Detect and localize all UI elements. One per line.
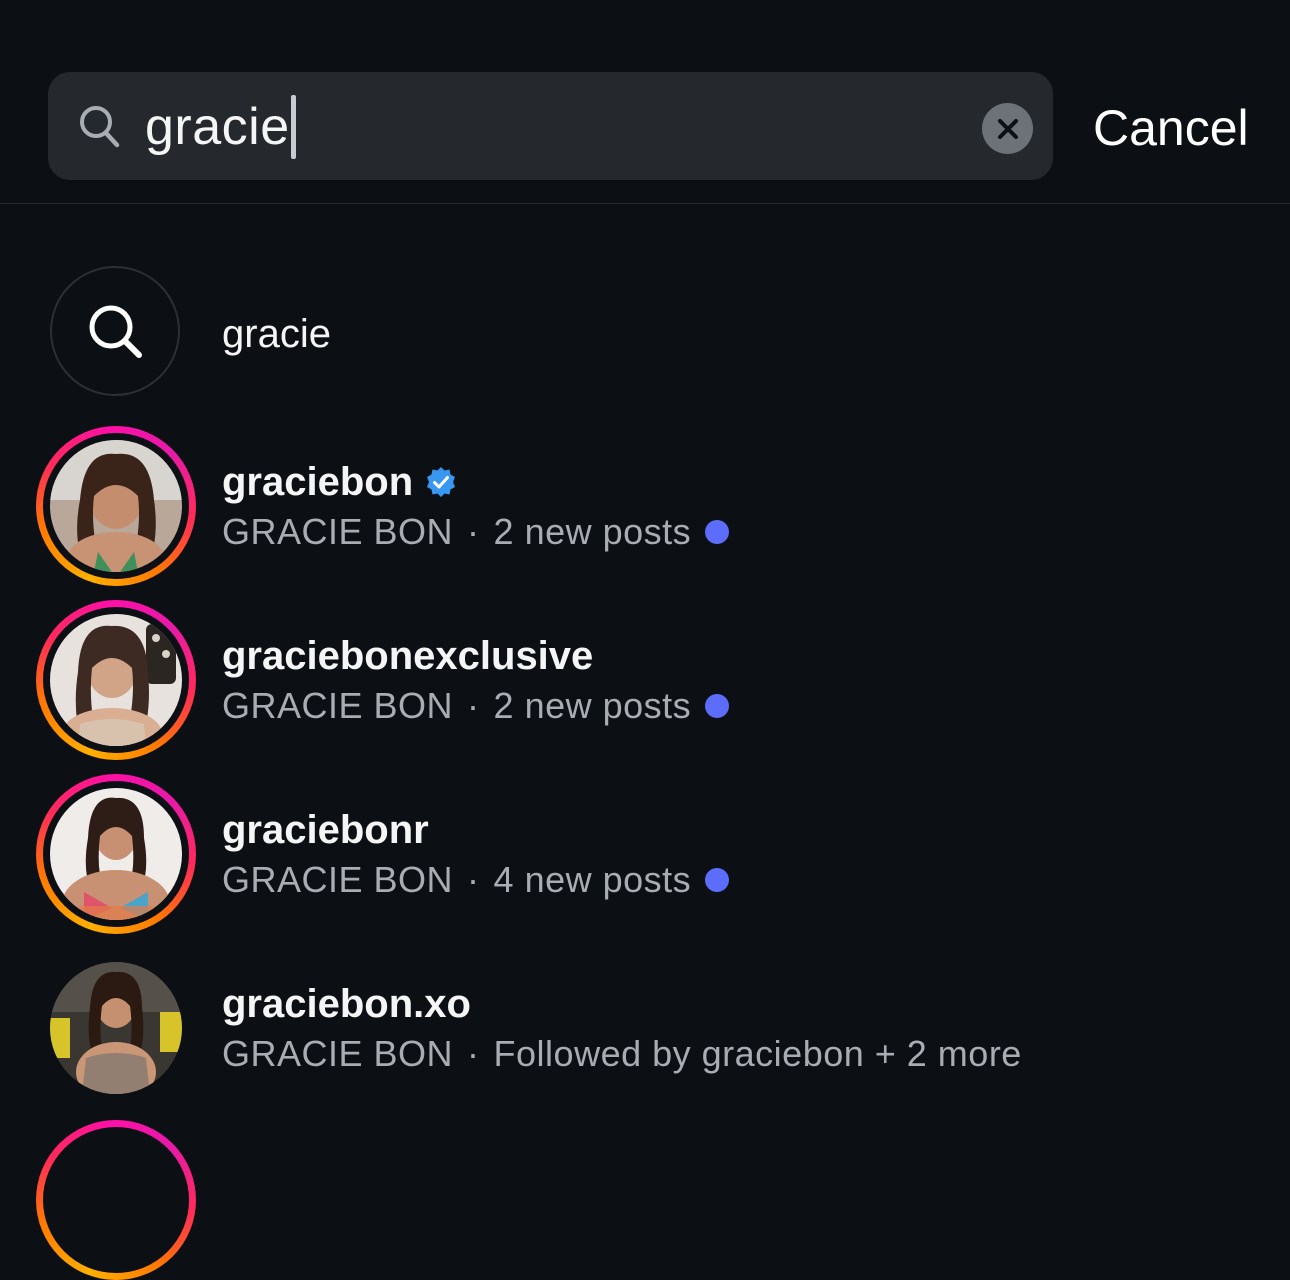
separator-dot: · (467, 685, 480, 726)
result-username: graciebonexclusive (222, 631, 593, 681)
search-input[interactable]: gracie (145, 92, 296, 162)
result-username: graciebon (222, 457, 457, 507)
avatar-story-ring[interactable] (36, 774, 196, 934)
avatar (50, 614, 182, 746)
unread-indicator (705, 694, 730, 718)
username-text: graciebonexclusive (222, 634, 594, 678)
search-icon (78, 104, 120, 153)
unread-indicator (705, 520, 730, 544)
search-header: gracie Cancel (0, 0, 1290, 204)
avatar-story-ring[interactable] (36, 1120, 196, 1280)
result-detail: 2 new posts (493, 511, 692, 552)
username-text: graciebonr (222, 808, 429, 852)
text-caret (290, 95, 296, 159)
avatar (50, 440, 182, 572)
full-name: GRACIE BON (222, 859, 454, 900)
separator-dot: · (467, 859, 480, 900)
avatar-story-ring[interactable] (36, 600, 196, 760)
full-name: GRACIE BON (222, 511, 454, 552)
ring-gap (43, 1127, 189, 1273)
clear-search-button[interactable] (982, 103, 1033, 154)
avatar[interactable] (50, 962, 182, 1094)
unread-indicator (705, 868, 730, 892)
search-input-value: gracie (145, 98, 290, 156)
cancel-button[interactable]: Cancel (1093, 96, 1249, 160)
full-name: GRACIE BON (222, 1033, 454, 1074)
result-detail: Followed by graciebon + 2 more (493, 1033, 1022, 1074)
clear-icon (997, 118, 1018, 139)
verified-badge-icon (425, 466, 457, 498)
username-text: graciebon (222, 460, 414, 504)
query-search-circle (50, 266, 180, 396)
result-subtitle: GRACIE BON · 2 new posts (222, 683, 730, 729)
result-subtitle: GRACIE BON · Followed by graciebon + 2 m… (222, 1031, 1022, 1077)
avatar-story-ring[interactable] (36, 426, 196, 586)
result-username: graciebonr (222, 805, 429, 855)
search-icon (89, 305, 142, 358)
result-detail: 2 new posts (493, 685, 692, 726)
result-username: graciebon.xo (222, 979, 471, 1029)
username-text: graciebon.xo (222, 982, 471, 1026)
separator-dot: · (467, 511, 480, 552)
full-name: GRACIE BON (222, 685, 454, 726)
query-suggestion-text: gracie (222, 312, 331, 356)
avatar (50, 788, 182, 920)
result-subtitle: GRACIE BON · 2 new posts (222, 509, 730, 555)
result-subtitle: GRACIE BON · 4 new posts (222, 857, 730, 903)
separator-dot: · (467, 1033, 480, 1074)
result-detail: 4 new posts (493, 859, 692, 900)
